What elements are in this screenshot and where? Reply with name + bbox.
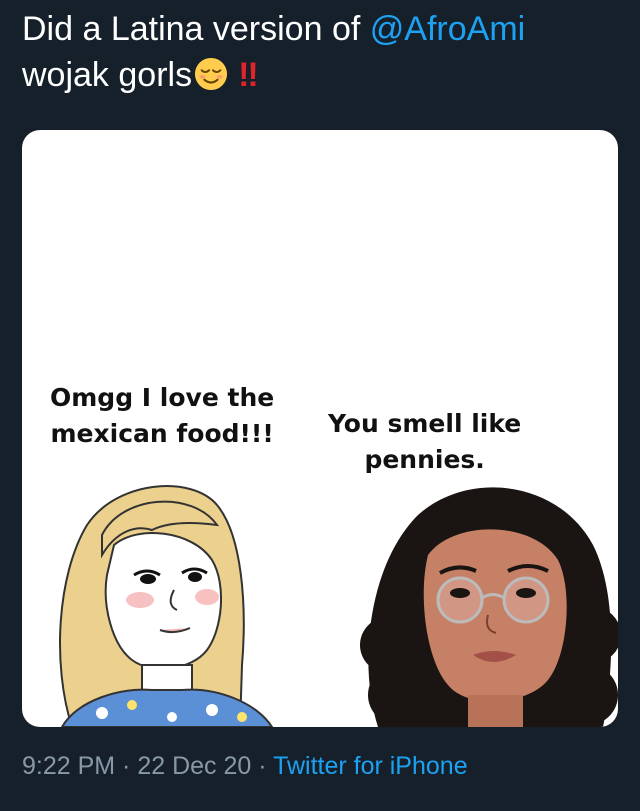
- meme-caption-right-line1: You smell like: [328, 409, 522, 438]
- double-exclamation-icon: ‼: [238, 56, 258, 94]
- tweet-text-line2: wojak gorls: [22, 56, 193, 94]
- tweet-text: Did a Latina version of @AfroAmi wojak g…: [22, 6, 622, 98]
- tweet-source-link[interactable]: Twitter for iPhone: [273, 752, 468, 780]
- relieved-face-emoji-icon: [195, 57, 228, 91]
- tweet-media-image[interactable]: Omgg I love the mexican food!!! You smel…: [22, 130, 618, 727]
- mention-link[interactable]: @AfroAmi: [370, 10, 525, 48]
- tweet-time[interactable]: 9:22 PM: [22, 752, 115, 780]
- meme-caption-left: Omgg I love the mexican food!!!: [50, 380, 274, 452]
- tweet: Did a Latina version of @AfroAmi wojak g…: [0, 0, 640, 811]
- meta-separator: ·: [251, 752, 274, 780]
- tweet-text-prefix: Did a Latina version of: [22, 10, 370, 48]
- tweet-meta: 9:22 PM · 22 Dec 20 · Twitter for iPhone: [22, 752, 468, 781]
- curly-hair-girl-illustration: [360, 487, 618, 727]
- tweet-date[interactable]: 22 Dec 20: [137, 752, 251, 780]
- meme-caption-left-line2: mexican food!!!: [50, 419, 274, 448]
- meta-separator: ·: [115, 752, 138, 780]
- wojak-blonde-girl-illustration: [59, 485, 274, 727]
- meme-caption-left-line1: Omgg I love the: [50, 383, 275, 412]
